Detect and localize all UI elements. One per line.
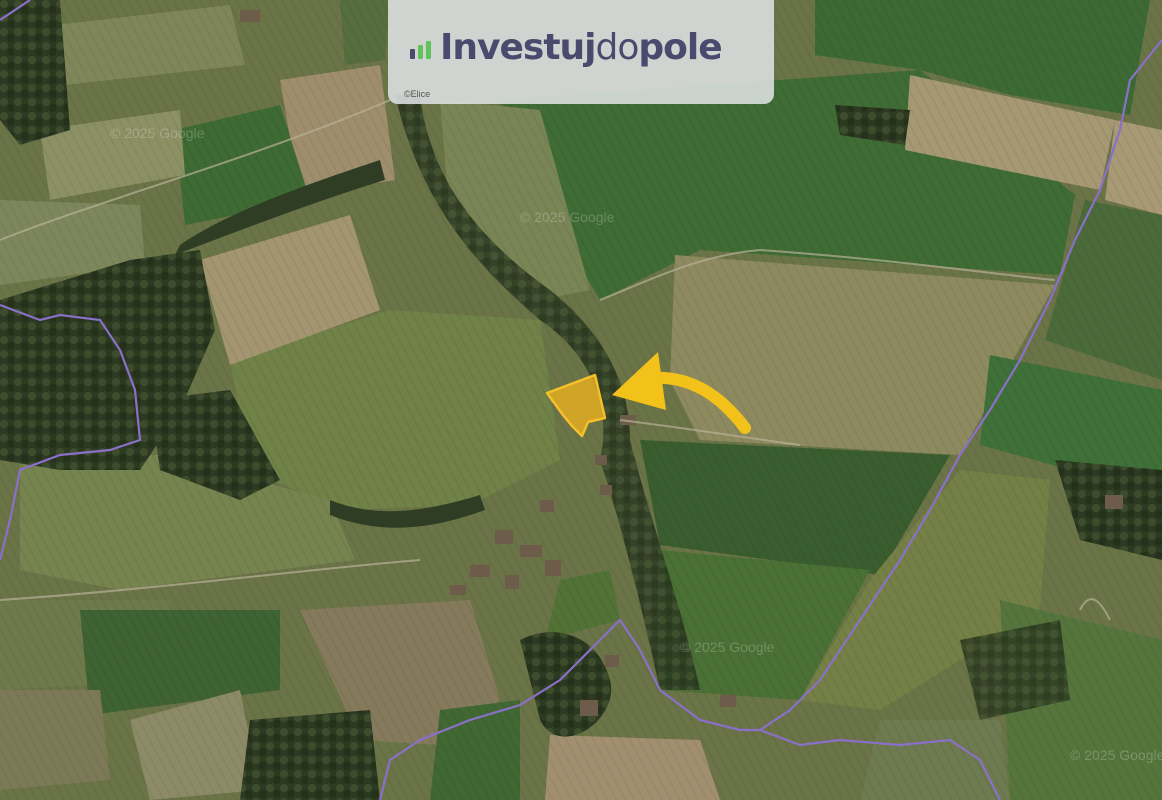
map-credit: ©Elice [404,89,431,99]
satellite-map[interactable]: © 2025 Google © 2025 Google © 2025 Googl… [0,0,1162,800]
logo-text-do: do [595,27,640,68]
investujdopole-logo-icon [410,41,431,59]
logo-panel: Investujdopole ©Elice [388,0,774,104]
logo-text-investuj: Investuj [440,27,597,68]
map-watermark-4: © 2025 Google [1070,747,1162,763]
map-watermark-2: © 2025 Google [520,209,615,225]
logo-text-pole: pole [638,27,722,68]
map-watermark-3: © 2025 Google [680,639,775,655]
map-watermark-1: © 2025 Google [110,125,205,141]
logo-wordmark: Investujdopole [440,26,723,70]
